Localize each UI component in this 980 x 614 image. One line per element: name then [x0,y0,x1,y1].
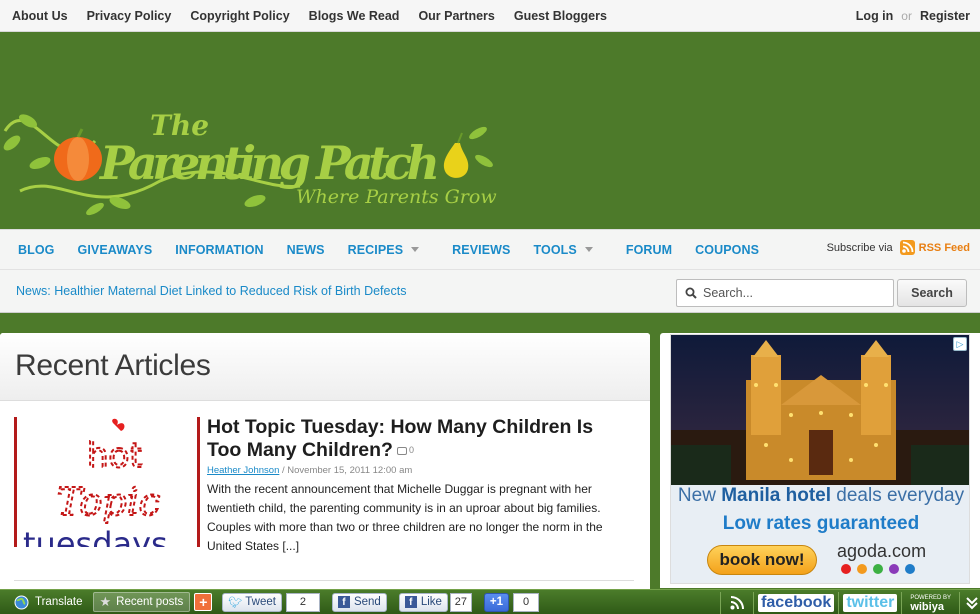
site-header: The Parenting Patch Where Parents Grow [0,33,980,229]
search-field[interactable] [676,279,894,307]
globe-icon [14,595,29,609]
nav-giveaways[interactable]: GIVEAWAYS [78,243,153,257]
rss-icon[interactable] [729,595,745,611]
search-icon [685,287,697,299]
brand-dot [857,564,867,574]
svg-text:Where Parents Grow: Where Parents Grow [296,186,497,208]
search-button[interactable]: Search [897,279,967,307]
nav-recipes[interactable]: RECIPES [348,243,430,257]
account-links: Log in or Register [856,9,970,23]
divider [753,591,755,614]
toolbar-right: facebook twitter POWERED BY wibiya [716,590,980,614]
nav-reviews[interactable]: REVIEWS [452,243,510,257]
brand-dot [841,564,851,574]
recent-articles-header: Recent Articles [0,333,650,401]
brand-dot [905,564,915,574]
article-meta: Heather Johnson / November 15, 2011 12:0… [207,465,627,476]
nav-forum[interactable]: FORUM [626,243,672,257]
tweet-button[interactable]: 🐦︎ Tweet [222,592,282,612]
facebook-icon: f [337,596,350,608]
login-link[interactable]: Log in [856,9,894,23]
ad-brand: agoda.com [837,541,927,561]
article-summary: Hot Topic Tuesday: How Many Children Is … [207,416,627,556]
article-title[interactable]: Hot Topic Tuesday: How Many Children Is … [207,416,627,462]
brand-dots [841,564,921,574]
divider [720,591,722,614]
news-ticker[interactable]: News: Healthier Maternal Diet Linked to … [16,284,406,298]
ad-headline: New Manila hotel deals everyday [677,485,965,506]
divider [901,591,903,614]
article-date: / November 15, 2011 12:00 am [279,465,413,477]
privacy-policy-link[interactable]: Privacy Policy [87,9,172,23]
facebook-like-button[interactable]: f Like [398,592,448,612]
article-excerpt: With the recent announcement that Michel… [207,482,603,554]
share-plus-icon[interactable]: + [194,593,213,611]
pumpkin-icon [54,128,102,181]
social-toolbar: Translate ★ Recent posts + 🐦︎ Tweet 2 f … [0,589,980,614]
svg-text:Parenting Patch: Parenting Patch [98,136,440,190]
nav-information[interactable]: INFORMATION [175,243,263,257]
brand-dot [889,564,899,574]
copyright-policy-link[interactable]: Copyright Policy [190,9,289,23]
pear-icon [443,126,493,178]
tweet-count: 2 [285,592,320,612]
facebook-send-button[interactable]: f Send [331,592,387,612]
nav-tools[interactable]: TOOLS [534,243,603,257]
recent-articles-heading: Recent Articles [15,349,211,382]
twitter-bird-icon: 🐦︎ [228,596,243,609]
subscribe-text: Subscribe via [826,241,893,254]
recent-articles-panel: Recent Articles hot Topic tuesdays Hot T… [0,333,650,593]
star-icon: ★ [99,594,112,609]
nav-coupons[interactable]: COUPONS [695,243,759,257]
ad-subheadline: Low rates guaranteed [722,513,920,534]
divider [959,591,960,614]
article-thumbnail[interactable]: hot Topic tuesdays [14,417,200,547]
facebook-icon: f [404,596,417,608]
comment-bubble-icon [396,446,407,455]
subscribe-rss[interactable]: Subscribe via RSS Feed [827,240,970,255]
or-separator: or [901,8,912,23]
hot-topic-tuesday-image: hot Topic tuesdays [23,418,168,547]
register-link[interactable]: Register [920,9,970,23]
like-count: 27 [449,592,472,612]
adchoices-icon[interactable]: ▷ [953,337,967,351]
guest-bloggers-link[interactable]: Guest Bloggers [514,9,607,23]
sidebar: ▷ New Manila hotel deals everyday Low ra… [660,333,980,588]
rss-icon [899,240,915,255]
site-logo[interactable]: The Parenting Patch Where Parents Grow [0,71,500,221]
facebook-link[interactable]: facebook [758,593,835,612]
chevron-down-icon [411,247,420,252]
svg-text:tuesdays: tuesdays [23,525,168,547]
nav-news[interactable]: NEWS [287,243,325,257]
twitter-link[interactable]: twitter [843,593,898,612]
book-now-button[interactable]: book now! [707,545,817,575]
rss-feed-link[interactable]: RSS Feed [919,242,970,254]
blogs-we-read-link[interactable]: Blogs We Read [309,9,400,23]
translate-button[interactable]: Translate [8,592,89,612]
double-chevron-down-icon [966,596,978,609]
about-us-link[interactable]: About Us [12,9,68,23]
top-utility-bar: About Us Privacy Policy Copyright Policy… [0,0,980,32]
our-partners-link[interactable]: Our Partners [418,9,494,23]
divider [14,580,634,581]
cathedral-photo [671,335,969,485]
collapse-toolbar-button[interactable] [964,592,980,614]
search-input[interactable] [703,286,883,300]
brand-dot [873,564,883,574]
nav-blog[interactable]: BLOG [18,243,55,257]
advertisement[interactable]: ▷ New Manila hotel deals everyday Low ra… [670,334,970,584]
google-plusone-button[interactable]: +1 [483,592,510,612]
recent-posts-button[interactable]: ★ Recent posts [92,592,191,612]
divider [838,591,840,614]
svg-text:Topic: Topic [57,480,160,524]
plusone-count: 0 [513,592,540,612]
svg-text:hot: hot [87,436,143,476]
main-navigation-area: BLOG GIVEAWAYS INFORMATION NEWS RECIPES … [0,229,980,313]
author-link[interactable]: Heather Johnson [207,465,279,476]
chevron-down-icon [584,247,593,252]
comment-count[interactable]: 0 [396,439,414,462]
wibiya-brand[interactable]: POWERED BY wibiya [910,594,951,613]
